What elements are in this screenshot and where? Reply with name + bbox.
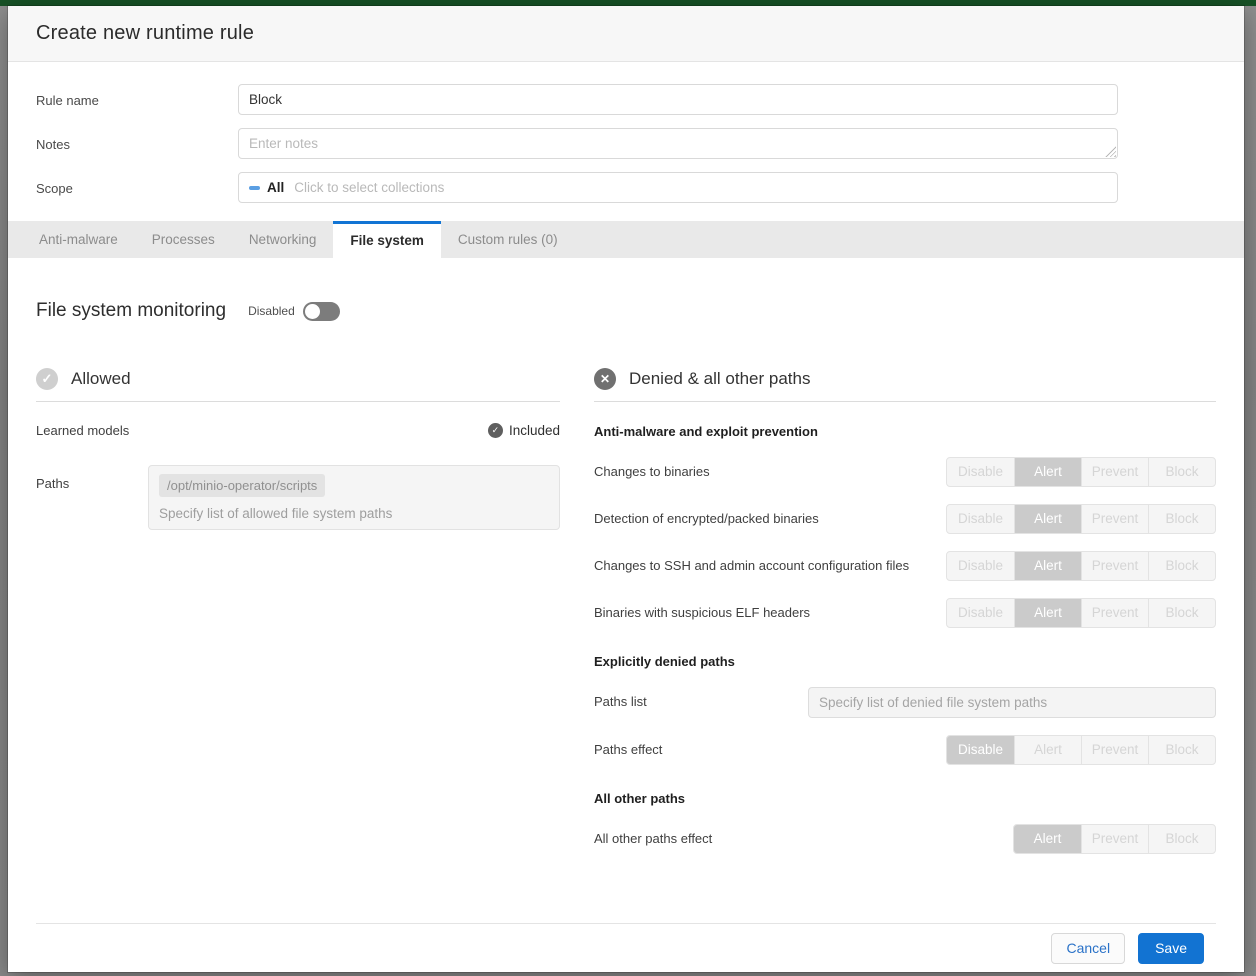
allowed-paths-placeholder: Specify list of allowed file system path… <box>159 506 549 521</box>
effect-group-all-other-paths-effect: AlertPreventBlock <box>1013 824 1216 854</box>
effect-option-disable[interactable]: Disable <box>947 458 1014 486</box>
allowed-path-chip[interactable]: /opt/minio-operator/scripts <box>159 474 325 497</box>
effect-group-paths-effect: DisableAlertPreventBlock <box>946 735 1216 765</box>
allowed-path-chips: /opt/minio-operator/scripts <box>159 474 549 497</box>
effect-option-prevent[interactable]: Prevent <box>1081 825 1148 853</box>
effect-option-block[interactable]: Block <box>1148 736 1215 764</box>
monitoring-toggle-label: Disabled <box>248 304 295 318</box>
learned-models-label: Learned models <box>36 423 129 438</box>
effect-group-changes-to-binaries: DisableAlertPreventBlock <box>946 457 1216 487</box>
modal-footer: Cancel Save <box>36 923 1216 972</box>
effect-option-alert[interactable]: Alert <box>1014 825 1081 853</box>
effect-option-disable[interactable]: Disable <box>947 599 1014 627</box>
tab-bar: Anti-malwareProcessesNetworkingFile syst… <box>8 221 1244 258</box>
tab-custom-rules-0[interactable]: Custom rules (0) <box>441 221 575 258</box>
rule-name-label: Rule name <box>36 84 238 108</box>
notes-label: Notes <box>36 128 238 152</box>
effect-option-block[interactable]: Block <box>1148 552 1215 580</box>
tab-file-system[interactable]: File system <box>333 221 441 258</box>
rule-name-input[interactable] <box>238 84 1118 115</box>
row-label: Paths list <box>594 692 808 712</box>
allowed-paths-label: Paths <box>36 465 148 491</box>
learned-models-status: ✓ Included <box>488 423 560 438</box>
effect-group-binaries-with-suspicious-elf-headers: DisableAlertPreventBlock <box>946 598 1216 628</box>
effect-group-detection-of-encrypted-packed-binaries: DisableAlertPreventBlock <box>946 504 1216 534</box>
effect-option-block[interactable]: Block <box>1148 505 1215 533</box>
scope-select[interactable]: All Click to select collections <box>238 172 1118 203</box>
effect-option-block[interactable]: Block <box>1148 599 1215 627</box>
effect-option-prevent[interactable]: Prevent <box>1081 505 1148 533</box>
effect-option-alert[interactable]: Alert <box>1014 736 1081 764</box>
tab-networking[interactable]: Networking <box>232 221 334 258</box>
monitoring-toggle[interactable] <box>303 302 340 321</box>
row-changes-to-binaries: Changes to binariesDisableAlertPreventBl… <box>594 457 1216 487</box>
row-paths-effect: Paths effectDisableAlertPreventBlock <box>594 735 1216 765</box>
effect-option-disable[interactable]: Disable <box>947 505 1014 533</box>
rule-name-row: Rule name <box>36 84 1216 115</box>
row-label: Binaries with suspicious ELF headers <box>594 603 946 623</box>
scope-row: Scope All Click to select collections <box>36 172 1216 203</box>
subheading-explicitly-denied-paths: Explicitly denied paths <box>594 654 1216 669</box>
allowed-paths-row: Paths /opt/minio-operator/scripts Specif… <box>36 465 560 530</box>
file-system-tab-content: File system monitoring Disabled ✓ Allowe… <box>8 258 1244 972</box>
rule-form: Rule name Notes Scope All Click to selec… <box>8 62 1244 221</box>
modal-header: Create new runtime rule <box>8 6 1244 62</box>
check-circle-icon: ✓ <box>36 368 58 390</box>
row-changes-to-ssh-and-admin-account-configuration-files: Changes to SSH and admin account configu… <box>594 551 1216 581</box>
effect-option-prevent[interactable]: Prevent <box>1081 552 1148 580</box>
monitoring-heading: File system monitoring <box>36 300 226 322</box>
learned-models-row: Learned models ✓ Included <box>36 423 560 438</box>
notes-row: Notes <box>36 128 1216 159</box>
effect-option-block[interactable]: Block <box>1148 825 1215 853</box>
row-detection-of-encrypted-packed-binaries: Detection of encrypted/packed binariesDi… <box>594 504 1216 534</box>
allowed-section-head: ✓ Allowed <box>36 368 560 402</box>
effect-option-alert[interactable]: Alert <box>1014 458 1081 486</box>
effect-option-disable[interactable]: Disable <box>947 552 1014 580</box>
row-label: Paths effect <box>594 740 946 760</box>
notes-input[interactable] <box>238 128 1118 159</box>
effect-option-alert[interactable]: Alert <box>1014 505 1081 533</box>
allowed-title: Allowed <box>71 369 131 389</box>
row-all-other-paths-effect: All other paths effectAlertPreventBlock <box>594 824 1216 854</box>
effect-group-changes-to-ssh-and-admin-account-configuration-files: DisableAlertPreventBlock <box>946 551 1216 581</box>
create-runtime-rule-modal: Create new runtime rule Rule name Notes … <box>8 6 1244 972</box>
subheading-all-other-paths: All other paths <box>594 791 1216 806</box>
scope-label: Scope <box>36 172 238 196</box>
included-text: Included <box>509 423 560 438</box>
effect-option-block[interactable]: Block <box>1148 458 1215 486</box>
scope-placeholder: Click to select collections <box>294 180 444 195</box>
effect-option-alert[interactable]: Alert <box>1014 552 1081 580</box>
x-circle-icon: ✕ <box>594 368 616 390</box>
subheading-anti-malware-and-exploit-prevention: Anti-malware and exploit prevention <box>594 424 1216 439</box>
row-label: Changes to binaries <box>594 462 946 482</box>
denied-title: Denied & all other paths <box>629 369 810 389</box>
save-button[interactable]: Save <box>1138 933 1204 964</box>
denied-paths-input[interactable] <box>808 687 1216 718</box>
tab-processes[interactable]: Processes <box>135 221 232 258</box>
collection-color-icon <box>249 186 260 190</box>
cancel-button[interactable]: Cancel <box>1051 933 1125 964</box>
row-label: Changes to SSH and admin account configu… <box>594 556 946 576</box>
effect-option-prevent[interactable]: Prevent <box>1081 599 1148 627</box>
denied-section-head: ✕ Denied & all other paths <box>594 368 1216 402</box>
effect-option-alert[interactable]: Alert <box>1014 599 1081 627</box>
scope-tag-all: All <box>267 180 284 195</box>
denied-groups: Anti-malware and exploit prevention Chang… <box>594 424 1216 854</box>
allowed-column: ✓ Allowed Learned models ✓ Included Path… <box>36 368 560 871</box>
effect-option-prevent[interactable]: Prevent <box>1081 736 1148 764</box>
row-label: Detection of encrypted/packed binaries <box>594 509 946 529</box>
row-binaries-with-suspicious-elf-headers: Binaries with suspicious ELF headersDisa… <box>594 598 1216 628</box>
row-paths-list: Paths list <box>594 687 1216 718</box>
toggle-knob <box>305 304 320 319</box>
effect-option-disable[interactable]: Disable <box>947 736 1014 764</box>
allowed-paths-box[interactable]: /opt/minio-operator/scripts Specify list… <box>148 465 560 530</box>
tab-anti-malware[interactable]: Anti-malware <box>22 221 135 258</box>
row-label: All other paths effect <box>594 829 1013 849</box>
denied-column: ✕ Denied & all other paths Anti-malware … <box>594 368 1216 871</box>
effect-option-prevent[interactable]: Prevent <box>1081 458 1148 486</box>
included-check-icon: ✓ <box>488 423 503 438</box>
modal-title: Create new runtime rule <box>36 22 254 45</box>
monitoring-row: File system monitoring Disabled <box>36 300 1216 322</box>
